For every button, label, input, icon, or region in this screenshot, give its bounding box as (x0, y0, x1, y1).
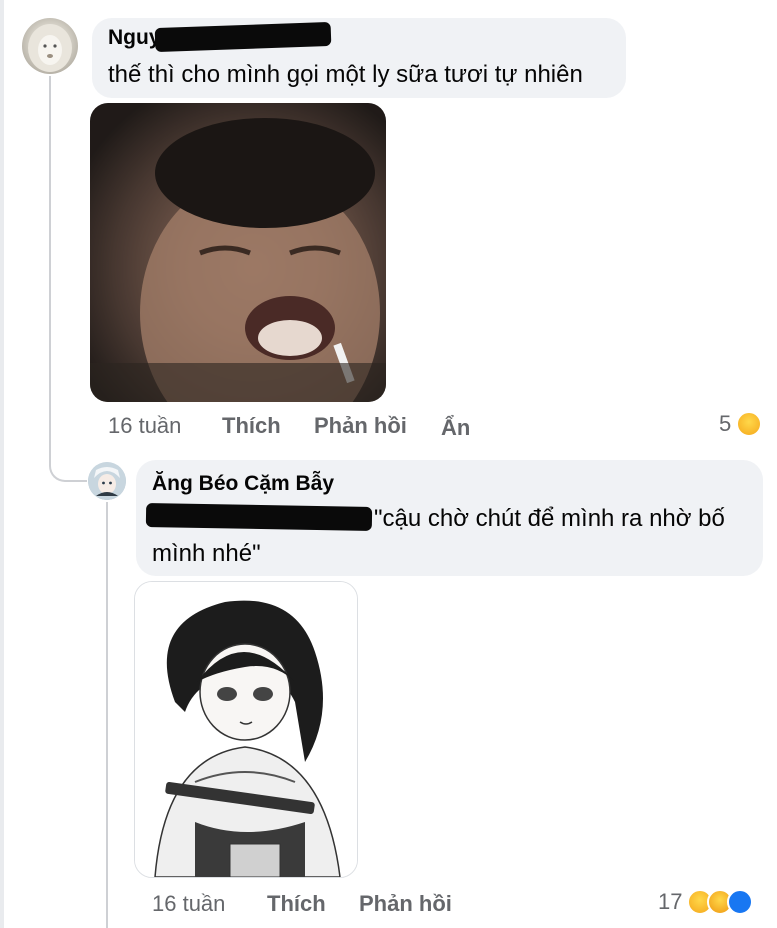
reply-link[interactable]: Phản hồi (359, 891, 452, 917)
reaction-count: 5 (719, 411, 732, 436)
manga-girl-illustration (135, 582, 357, 877)
thread-line (49, 76, 51, 456)
comment-text: thế thì cho mình gọi một ly sữa tươi tự … (108, 61, 583, 88)
anime-character-avatar-icon (88, 462, 126, 500)
comment-author[interactable]: Ăng Béo Cặm Bẫy (152, 472, 334, 496)
haha-emoji-icon (736, 411, 763, 437)
reaction-summary[interactable]: 5 (719, 411, 763, 437)
comment-text-line-2: mình nhé" (152, 540, 261, 567)
comment-image-attachment[interactable] (134, 581, 358, 878)
reaction-count: 17 (658, 889, 683, 914)
redaction-mark (145, 503, 373, 531)
thread-connector (49, 440, 87, 482)
avatar[interactable] (22, 18, 78, 74)
hide-link[interactable]: Ẩn (441, 415, 470, 441)
comment-text: "cậu chờ chút để mình ra nhờ bố (374, 505, 725, 532)
like-icon (727, 889, 754, 915)
avatar[interactable] (88, 462, 126, 500)
comment-time[interactable]: 16 tuần (108, 413, 181, 439)
reply-link[interactable]: Phản hồi (314, 413, 407, 439)
like-link[interactable]: Thích (222, 413, 281, 439)
comment-author[interactable]: Nguy (108, 26, 161, 50)
comment-time[interactable]: 16 tuần (152, 891, 225, 917)
like-link[interactable]: Thích (267, 891, 326, 917)
left-page-edge (0, 0, 4, 928)
reply-thread-line (106, 502, 108, 928)
comment-image-attachment[interactable] (90, 103, 386, 402)
reaction-summary[interactable]: 17 (658, 889, 754, 915)
lion-avatar-icon (28, 24, 72, 72)
laughing-man-photo (90, 103, 386, 402)
